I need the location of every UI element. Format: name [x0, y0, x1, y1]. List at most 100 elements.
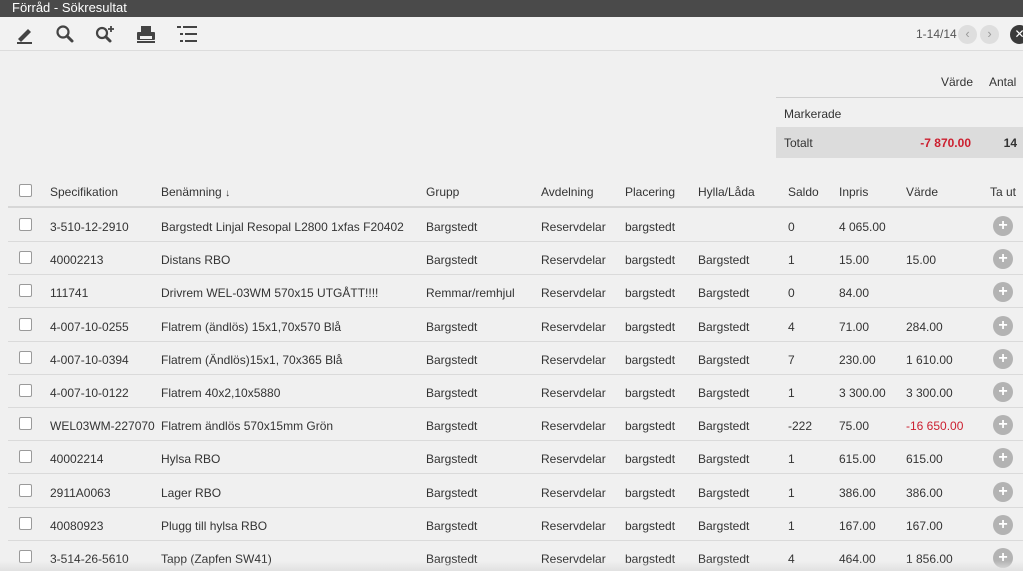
cell-place: bargstedt	[625, 319, 676, 334]
cell-place: bargstedt	[625, 386, 676, 400]
summary-total-count: 14	[1003, 136, 1017, 150]
table-row[interactable]: 40080923 Plugg till hylsa RBO Bargstedt Res…	[8, 508, 1023, 541]
cell-group: Bargstedt	[426, 485, 478, 500]
take-out-button[interactable]: +	[993, 415, 1013, 436]
table-header: Specifikation Benämning ↓ Grupp Avdelnin…	[8, 175, 1023, 208]
take-out-button[interactable]: +	[993, 481, 1013, 502]
summary-count-header: Antal	[989, 75, 1017, 89]
take-out-button[interactable]: +	[993, 514, 1013, 535]
col-header-place[interactable]: Placering	[625, 185, 675, 199]
summary-total-row: Totalt -7 870.00 14	[776, 127, 1023, 158]
row-checkbox[interactable]	[19, 317, 32, 331]
cell-value: 15.00	[906, 253, 937, 268]
prev-page-button[interactable]: ‹	[958, 25, 977, 44]
cell-dept: Reservdelar	[541, 319, 606, 334]
take-out-button[interactable]: +	[993, 448, 1013, 469]
cell-group: Bargstedt	[426, 253, 478, 268]
row-checkbox[interactable]	[19, 450, 32, 464]
table-row[interactable]: 4-007-10-0122 Flatrem 40x2,10x5880 Bargste…	[8, 375, 1023, 408]
table-row[interactable]: 40002214 Hylsa RBO Bargstedt Reservdelar bar…	[8, 441, 1023, 475]
row-checkbox[interactable]	[19, 483, 32, 497]
row-checkbox[interactable]	[19, 516, 32, 530]
col-header-balance[interactable]: Saldo	[788, 185, 819, 199]
cell-group: Bargstedt	[426, 518, 478, 533]
cell-place: bargstedt	[625, 419, 676, 434]
cell-place: bargstedt	[625, 352, 676, 367]
print-button[interactable]	[135, 24, 157, 44]
table-row[interactable]: 3-510-12-2910 Bargstedt Linjal Resopal L2…	[8, 209, 1023, 242]
cell-name: Drivrem WEL-03WM 570x15 UTGÅTT!!!!	[161, 286, 379, 301]
row-checkbox[interactable]	[19, 251, 32, 265]
cell-balance: 1	[788, 253, 795, 268]
cell-name: Plugg till hylsa RBO	[161, 518, 268, 533]
cell-spec: 3-510-12-2910	[50, 220, 129, 234]
row-checkbox[interactable]	[19, 218, 32, 231]
advanced-search-button[interactable]	[94, 24, 116, 44]
cell-shelf: Bargstedt	[698, 419, 750, 434]
take-out-button[interactable]: +	[993, 282, 1013, 303]
cell-spec: 4-007-10-0122	[50, 386, 129, 400]
cell-price: 615.00	[839, 452, 876, 467]
take-out-button[interactable]: +	[993, 216, 1013, 236]
toolbar: 1-14/14 ‹ › ✕	[0, 17, 1023, 51]
next-page-button[interactable]: ›	[980, 25, 999, 44]
cell-price: 4 065.00	[839, 220, 886, 234]
cell-shelf: Bargstedt	[698, 253, 750, 268]
row-checkbox[interactable]	[19, 350, 32, 364]
col-header-price[interactable]: Inpris	[839, 185, 868, 199]
take-out-button[interactable]: +	[993, 382, 1013, 402]
cell-spec: 2911A0063	[50, 485, 111, 500]
cell-value: 615.00	[906, 452, 943, 467]
col-header-spec[interactable]: Specifikation	[50, 185, 118, 199]
table-row[interactable]: 4-007-10-0255 Flatrem (ändlös) 15x1,70x57…	[8, 309, 1023, 342]
cell-spec: WEL03WM-227070	[50, 419, 155, 434]
cell-price: 167.00	[839, 518, 876, 533]
edit-button[interactable]	[14, 24, 36, 44]
cell-group: Bargstedt	[426, 419, 478, 434]
cell-price: 71.00	[839, 319, 870, 334]
row-checkbox[interactable]	[19, 384, 32, 397]
take-out-button[interactable]: +	[993, 315, 1013, 336]
cell-value: -16 650.00	[906, 419, 964, 434]
cell-balance: 1	[788, 452, 795, 467]
row-checkbox[interactable]	[19, 417, 32, 431]
cell-dept: Reservdelar	[541, 386, 606, 400]
col-header-name[interactable]: Benämning ↓	[161, 185, 230, 199]
col-header-group[interactable]: Grupp	[426, 185, 459, 199]
select-all-checkbox[interactable]	[19, 184, 32, 197]
take-out-button[interactable]: +	[993, 249, 1013, 270]
table-row[interactable]: WEL03WM-227070 Flatrem ändlös 570x15mm Gr…	[8, 408, 1023, 442]
cell-shelf: Bargstedt	[698, 319, 750, 334]
cell-balance: 7	[788, 352, 795, 367]
cell-group: Bargstedt	[426, 386, 478, 400]
cell-dept: Reservdelar	[541, 352, 606, 367]
table-row[interactable]: 2911A0063 Lager RBO Bargstedt Reservdelar ba…	[8, 475, 1023, 508]
cell-group: Bargstedt	[426, 220, 478, 234]
table-row[interactable]: 111741 Drivrem WEL-03WM 570x15 UTGÅTT!!!!…	[8, 275, 1023, 309]
cell-name: Bargstedt Linjal Resopal L2800 1xfas F20…	[161, 220, 404, 234]
search-button[interactable]	[54, 24, 76, 44]
cell-place: bargstedt	[625, 253, 676, 268]
table-row[interactable]: 40002213 Distans RBO Bargstedt Reservdelar b…	[8, 242, 1023, 276]
close-button[interactable]: ✕	[1010, 25, 1023, 44]
table-row[interactable]: 4-007-10-0394 Flatrem (Ändlös)15x1, 70x36…	[8, 342, 1023, 375]
cell-balance: 0	[788, 286, 795, 301]
cell-name: Distans RBO	[161, 253, 231, 268]
summary-total-value: -7 870.00	[920, 136, 971, 150]
cell-dept: Reservdelar	[541, 518, 606, 533]
col-header-dept[interactable]: Avdelning	[541, 185, 594, 199]
col-header-shelf[interactable]: Hylla/Låda	[698, 185, 755, 199]
cell-shelf: Bargstedt	[698, 452, 750, 467]
sort-arrow-icon: ↓	[225, 188, 231, 199]
cell-name: Lager RBO	[161, 485, 222, 500]
cell-name: Hylsa RBO	[161, 452, 221, 467]
row-checkbox[interactable]	[19, 284, 32, 298]
cell-name: Flatrem (ändlös) 15x1,70x570 Blå	[161, 319, 342, 334]
col-header-value[interactable]: Värde	[906, 185, 938, 199]
cell-spec: 40080923	[50, 518, 104, 533]
cell-dept: Reservdelar	[541, 286, 606, 301]
take-out-button[interactable]: +	[993, 348, 1013, 369]
list-view-button[interactable]	[176, 24, 198, 44]
cell-name: Flatrem (Ändlös)15x1, 70x365 Blå	[161, 352, 343, 367]
cell-value: 167.00	[906, 518, 943, 533]
